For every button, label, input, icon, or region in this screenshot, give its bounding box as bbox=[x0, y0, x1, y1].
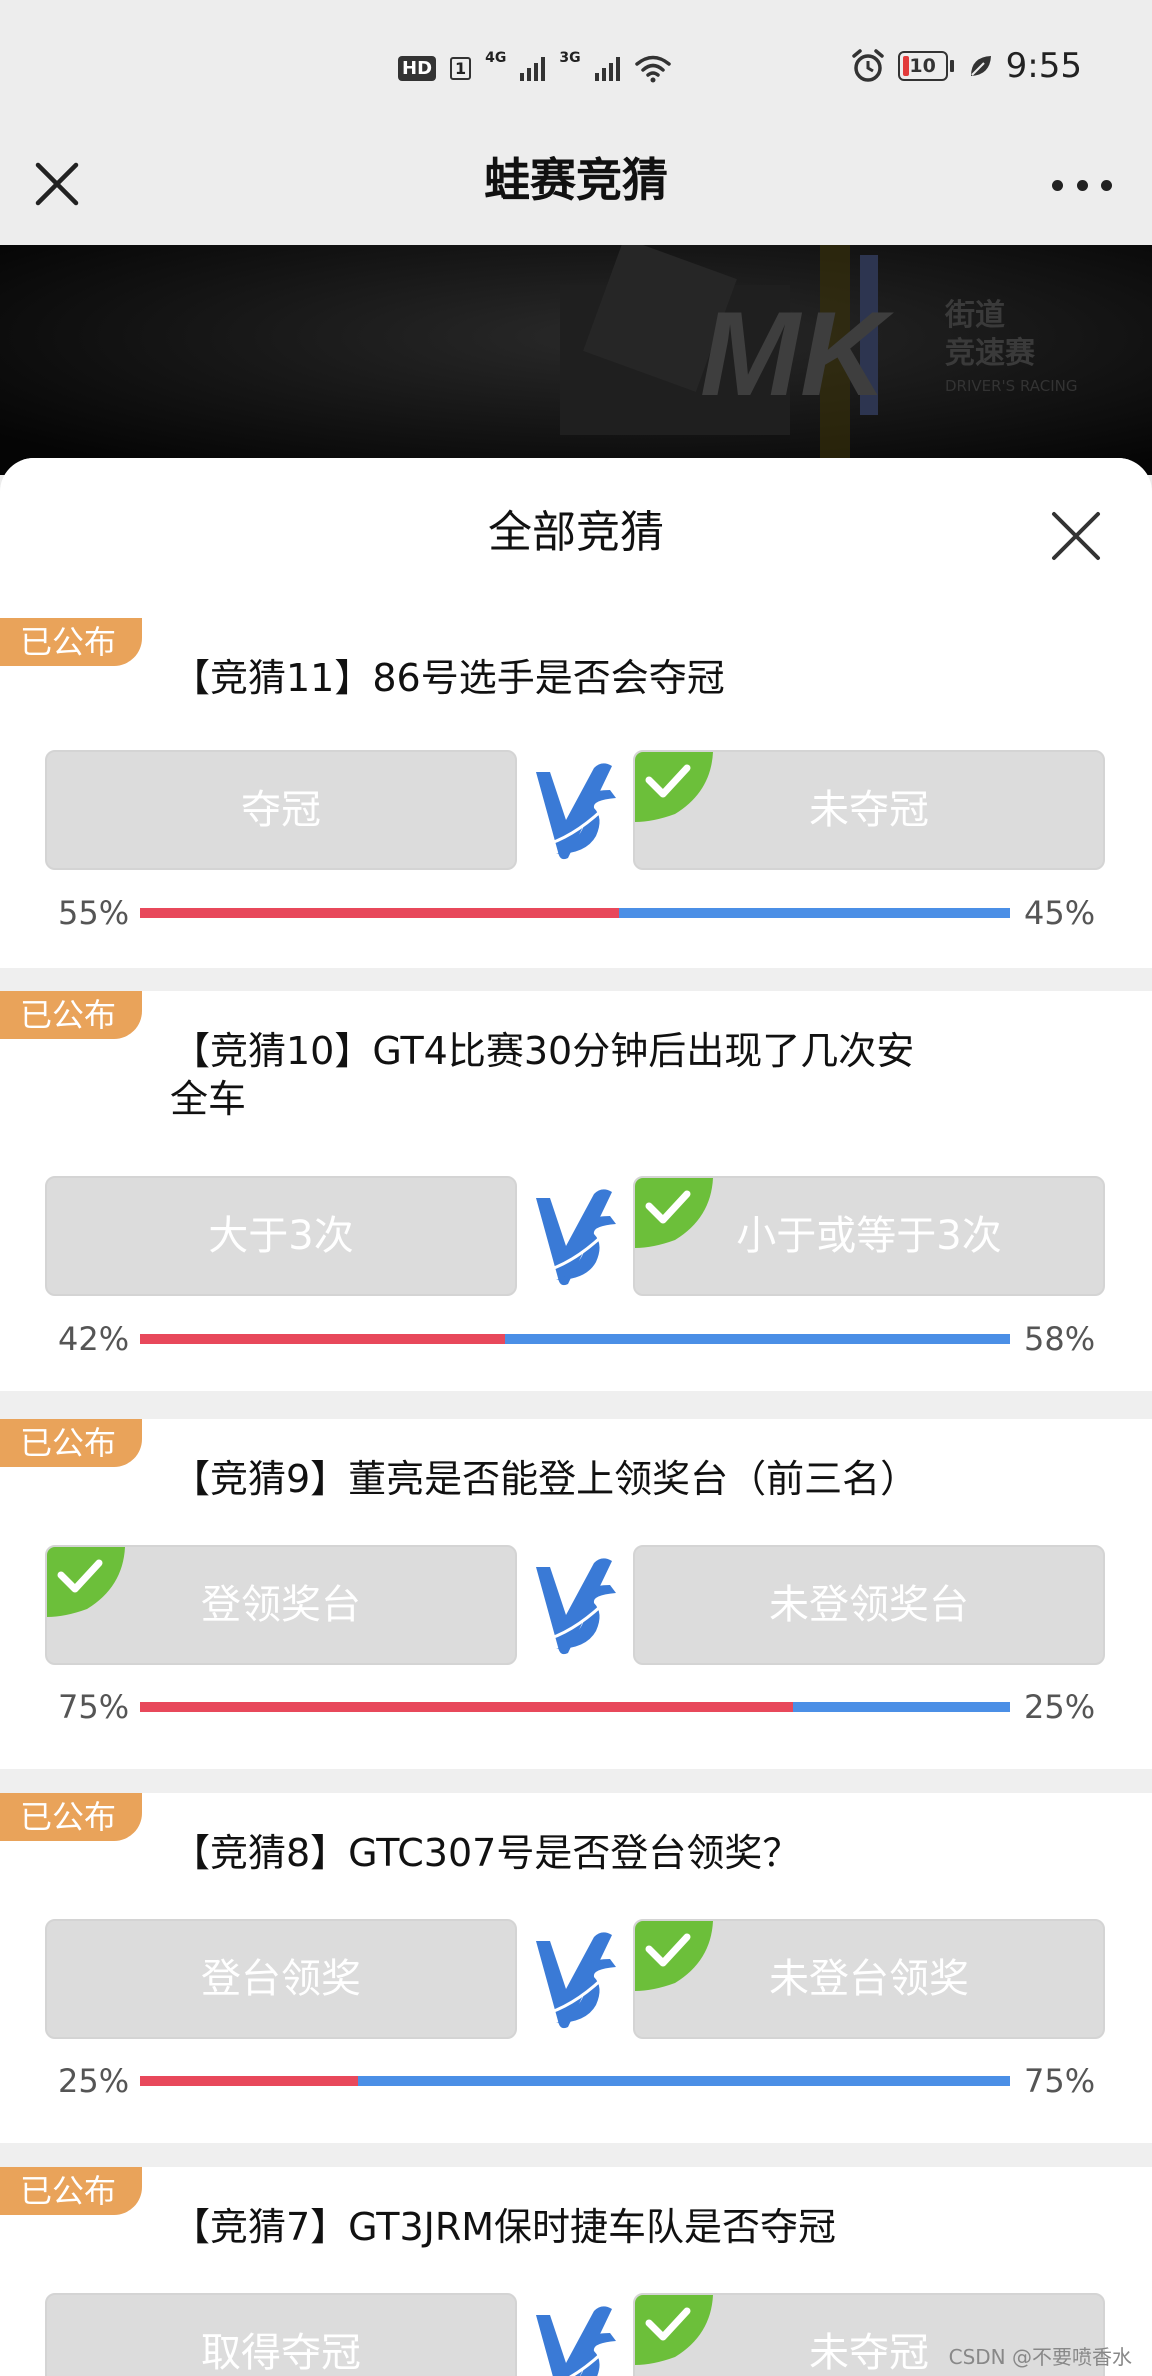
status-tag: 已公布 bbox=[0, 618, 142, 666]
watermark: CSDN @不要喷香水 bbox=[948, 2345, 1132, 2369]
vote-bar-left bbox=[140, 1334, 506, 1344]
question-title: 【竞猜11】86号选手是否会夺冠 bbox=[172, 656, 725, 700]
banner-image: MK 街道 竞速赛 DRIVER'S RACING bbox=[0, 245, 1152, 475]
vs-icon bbox=[536, 2306, 616, 2376]
status-tag: 已公布 bbox=[0, 2167, 142, 2215]
signal-1-icon bbox=[520, 55, 546, 81]
network-label-1: 4G bbox=[485, 50, 507, 66]
question-title: 【竞猜9】董亮是否能登上领奖台（前三名） bbox=[172, 1457, 919, 1501]
option-label: 登领奖台 bbox=[201, 1582, 361, 1628]
vote-bar-right bbox=[618, 908, 1010, 918]
page-title: 蛙赛竞猜 bbox=[484, 153, 668, 207]
vs-icon bbox=[536, 1932, 616, 2029]
svg-text:竞速赛: 竞速赛 bbox=[945, 336, 1036, 371]
option-right[interactable]: 未登台领奖 bbox=[633, 1919, 1105, 2039]
status-tag: 已公布 bbox=[0, 1419, 142, 1467]
status-tag: 已公布 bbox=[0, 1793, 142, 1841]
alarm-icon bbox=[851, 49, 884, 82]
vote-bar bbox=[140, 1702, 1010, 1712]
vote-bar bbox=[140, 2076, 1010, 2086]
nav-bar: 蛙赛竞猜 bbox=[0, 135, 1152, 245]
event-banner: MK 街道 竞速赛 DRIVER'S RACING bbox=[0, 245, 1152, 475]
option-left[interactable]: 登台领奖 bbox=[45, 1919, 517, 2039]
option-left[interactable]: 取得夺冠 bbox=[45, 2293, 517, 2376]
guess-list-sheet: 全部竞猜 已公布 【竞猜11】86号选手是否会夺冠 夺冠 未夺冠 55% 45%… bbox=[0, 458, 1152, 2376]
option-label: 未登领奖台 bbox=[769, 1582, 969, 1628]
more-options-icon[interactable] bbox=[1052, 165, 1112, 205]
status-left: HD 1 4G 3G bbox=[398, 50, 672, 86]
question-title-line-1: 【竞猜10】GT4比赛30分钟后出现了几次安 bbox=[172, 1029, 915, 1073]
option-label: 取得夺冠 bbox=[201, 2330, 361, 2376]
right-percent: 25% bbox=[1024, 1688, 1096, 1726]
option-label: 登台领奖 bbox=[201, 1956, 361, 2002]
sheet-header: 全部竞猜 bbox=[0, 458, 1152, 620]
vote-bar-right bbox=[357, 2076, 1010, 2086]
guess-card: 已公布 【竞猜8】GTC307号是否登台领奖？ 登台领奖 未登台领奖 25% 7… bbox=[0, 1793, 1152, 2143]
right-percent: 58% bbox=[1024, 1320, 1096, 1358]
option-label: 小于或等于3次 bbox=[736, 1213, 1002, 1259]
right-percent: 75% bbox=[1024, 2062, 1096, 2100]
question-title: 【竞猜8】GTC307号是否登台领奖？ bbox=[172, 1831, 801, 1875]
signal-2-icon bbox=[594, 55, 620, 81]
vote-bar-left bbox=[140, 1702, 793, 1712]
option-left[interactable]: 大于3次 bbox=[45, 1176, 517, 1296]
option-label: 未登台领奖 bbox=[769, 1956, 969, 2002]
question-title: 【竞猜10】GT4比赛30分钟后出现了几次安 全车 bbox=[170, 1027, 972, 1123]
question-title-line-2: 全车 bbox=[170, 1077, 247, 1121]
left-percent: 42% bbox=[58, 1320, 130, 1358]
status-bar: HD 1 4G 3G 10 9:55 bbox=[0, 0, 1152, 135]
network-label-2: 3G bbox=[559, 50, 581, 66]
status-tag: 已公布 bbox=[0, 991, 142, 1039]
svg-text:街道: 街道 bbox=[944, 298, 1005, 333]
left-percent: 25% bbox=[58, 2062, 130, 2100]
vote-bar-left bbox=[140, 2076, 358, 2086]
left-percent: 75% bbox=[58, 1688, 130, 1726]
leaf-icon bbox=[970, 56, 991, 76]
guess-card: 已公布 【竞猜9】董亮是否能登上领奖台（前三名） 登领奖台 未登领奖台 75% … bbox=[0, 1419, 1152, 1769]
option-left[interactable]: 夺冠 bbox=[45, 750, 517, 870]
hd-badge: HD bbox=[398, 55, 437, 81]
left-percent: 55% bbox=[58, 894, 130, 932]
close-sheet-icon[interactable] bbox=[1050, 510, 1102, 562]
option-label: 未夺冠 bbox=[809, 787, 929, 833]
question-title: 【竞猜7】GT3JRM保时捷车队是否夺冠 bbox=[172, 2205, 837, 2249]
vs-icon bbox=[536, 763, 616, 860]
right-percent: 45% bbox=[1024, 894, 1096, 932]
option-label: 大于3次 bbox=[208, 1213, 354, 1259]
vote-bar bbox=[140, 1334, 1010, 1344]
status-right: 10 9:55 bbox=[850, 46, 1082, 86]
guess-card: 已公布 【竞猜10】GT4比赛30分钟后出现了几次安 全车 大于3次 小于或等于… bbox=[0, 991, 1152, 1391]
svg-text:MK: MK bbox=[700, 287, 894, 421]
vs-icon bbox=[536, 1189, 616, 1286]
vote-bar-left bbox=[140, 908, 619, 918]
vote-bar-right bbox=[792, 1702, 1010, 1712]
sim-number: 1 bbox=[450, 56, 472, 80]
battery-level: 10 bbox=[909, 55, 936, 77]
battery-icon: 10 bbox=[897, 51, 954, 81]
vote-bar-right bbox=[505, 1334, 1010, 1344]
wifi-icon bbox=[634, 55, 671, 83]
option-label: 夺冠 bbox=[241, 787, 321, 833]
status-time: 9:55 bbox=[1005, 46, 1082, 86]
option-right[interactable]: 未夺冠 bbox=[633, 750, 1105, 870]
svg-text:DRIVER'S RACING: DRIVER'S RACING bbox=[945, 377, 1078, 395]
vote-bar bbox=[140, 908, 1010, 918]
option-right[interactable]: 小于或等于3次 bbox=[633, 1176, 1105, 1296]
guess-card: 已公布 【竞猜11】86号选手是否会夺冠 夺冠 未夺冠 55% 45% bbox=[0, 618, 1152, 968]
sheet-title: 全部竞猜 bbox=[488, 507, 664, 558]
option-left[interactable]: 登领奖台 bbox=[45, 1545, 517, 1665]
option-right[interactable]: 未登领奖台 bbox=[633, 1545, 1105, 1665]
vs-icon bbox=[536, 1558, 616, 1655]
